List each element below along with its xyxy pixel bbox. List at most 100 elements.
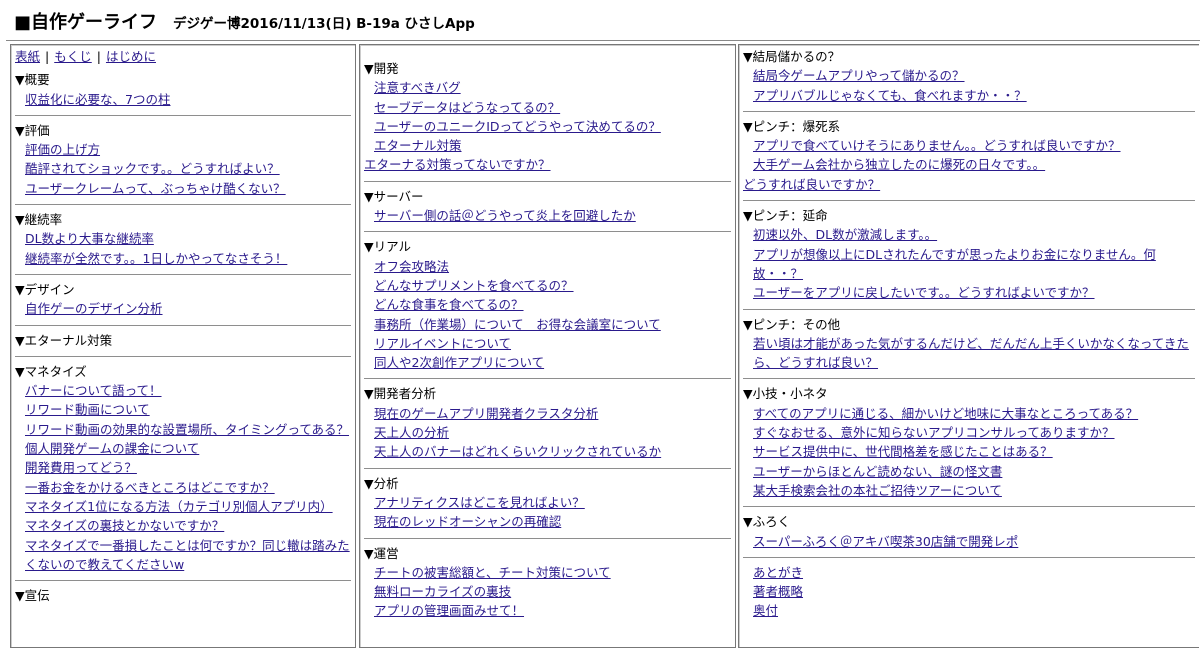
toc-item: マネタイズ1位になる方法（カテゴリ別個人アプリ内） xyxy=(25,497,351,516)
link-toc[interactable]: もくじ xyxy=(54,49,92,64)
toc-link[interactable]: セーブデータはどうなってるの？ xyxy=(374,100,560,115)
toc-column-2[interactable]: ▼開発 注意すべきバグ セーブデータはどうなってるの？ ユーザーのユニークIDってどう… xyxy=(359,44,736,648)
toc-link[interactable]: 天上人のバナーはどれくらいクリックされているか xyxy=(374,444,661,459)
toc-link[interactable]: 天上人の分析 xyxy=(374,425,449,440)
toc-link[interactable]: 若い頃は才能があった気がするんだけど、だんだん上手くいかなくなってきたら、どうす… xyxy=(753,336,1189,370)
toc-item: 若い頃は才能があった気がするんだけど、だんだん上手くいかなくなってきたら、どうす… xyxy=(753,334,1195,373)
section-divider xyxy=(743,200,1195,202)
toc-item: スーパーふろく＠アキバ喫茶30店舗で開発レポ xyxy=(753,532,1195,551)
section-divider xyxy=(364,378,731,380)
toc-link[interactable]: ユーザーからほとんど読めない、謎の怪文書 xyxy=(753,464,1002,479)
toc-link[interactable]: 事務所（作業場）について お得な会議室について xyxy=(374,317,661,332)
toc-item: 現在のレッドオーシャンの再確認 xyxy=(374,512,731,531)
section-divider xyxy=(743,556,1195,558)
section-title: ▼結局儲かるの？ xyxy=(743,49,841,64)
link-cover[interactable]: 表紙 xyxy=(15,49,40,64)
toc-link[interactable]: エターナル対策 xyxy=(374,138,462,153)
toc-link[interactable]: 奥付 xyxy=(753,603,778,618)
toc-link[interactable]: アプリで食べていけそうにありません。。どうすれば良いですか？ xyxy=(753,138,1121,153)
toc-link[interactable]: 個人開発ゲームの課金について xyxy=(25,441,199,456)
toc-link[interactable]: 開発費用ってどう？ xyxy=(25,460,137,475)
toc-link[interactable]: オフ会攻略法 xyxy=(374,259,449,274)
toc-link[interactable]: 初速以外、DL数が激減します。。 xyxy=(753,227,937,242)
toc-link[interactable]: 某大手検索会社の本社ご招待ツアーについて xyxy=(753,483,1002,498)
toc-link[interactable]: 現在のレッドオーシャンの再確認 xyxy=(374,514,561,529)
toc-link[interactable]: 自作ゲーのデザイン分析 xyxy=(25,301,163,316)
top-nav: 表紙 | もくじ | はじめに xyxy=(15,47,351,66)
section-divider xyxy=(15,324,351,326)
toc-link[interactable]: マネタイズ1位になる方法（カテゴリ別個人アプリ内） xyxy=(25,499,333,514)
toc-link[interactable]: リアルイベントについて xyxy=(374,336,511,351)
toc-link[interactable]: 評価の上げ方 xyxy=(25,142,100,157)
section-divider xyxy=(743,110,1195,112)
toc-item: どんなサプリメントを食べてるの？ xyxy=(374,276,731,295)
toc-link[interactable]: ユーザーをアプリに戻したいです。。どうすればよいですか？ xyxy=(753,285,1095,300)
toc-link[interactable]: すべてのアプリに通じる、細かいけど地味に大事なところってある？ xyxy=(753,406,1138,421)
toc-item: アプリバブルじゃなくても、食べれますか・・？ xyxy=(753,86,1195,105)
toc-item: 個人開発ゲームの課金について xyxy=(25,439,351,458)
section-divider xyxy=(364,231,731,233)
toc-item: アプリが想像以上にDLされたんですが思ったよりお金になりません。何故・・？ xyxy=(753,245,1195,284)
toc-link[interactable]: DL数より大事な継続率 xyxy=(25,231,154,246)
page-header: ■自作ゲーライフ デジゲー博2016/11/13(日) B-19a ひさしApp xyxy=(14,8,475,38)
toc-link[interactable]: 同人や2次創作アプリについて xyxy=(374,355,544,370)
toc-link[interactable]: どんな食事を食べてるの？ xyxy=(374,297,524,312)
toc-link[interactable]: リワード動画について xyxy=(25,402,150,417)
page-title: ■自作ゲーライフ xyxy=(14,12,158,33)
toc-item: 自作ゲーのデザイン分析 xyxy=(25,299,351,318)
section-title: ▼リアル xyxy=(364,239,411,255)
toc-link[interactable]: 著者概略 xyxy=(753,584,803,599)
toc-link[interactable]: アプリバブルじゃなくても、食べれますか・・？ xyxy=(753,88,1027,103)
section-divider xyxy=(15,580,351,582)
toc-item: すべてのアプリに通じる、細かいけど地味に大事なところってある？ xyxy=(753,404,1195,423)
toc-link[interactable]: チートの被害総額と、チート対策について xyxy=(374,565,611,580)
toc-link[interactable]: マネタイズで一番損したことは何ですか？同じ轍は踏みたくないので教えてくださいw xyxy=(25,538,350,572)
section-divider xyxy=(15,273,351,275)
toc-link[interactable]: マネタイズの裏技とかないですか？ xyxy=(25,518,224,533)
toc-link[interactable]: 注意すべきバグ xyxy=(374,80,461,95)
toc-link[interactable]: 結局今ゲームアプリやって儲かるの？ xyxy=(753,68,965,83)
toc-item: サーバー側の話＠どうやって炎上を回避したか xyxy=(374,206,731,225)
toc-link[interactable]: アプリが想像以上にDLされたんですが思ったよりお金になりません。何故・・？ xyxy=(753,247,1156,281)
toc-link[interactable]: 継続率が全然です。。1日しかやってなさそう！ xyxy=(25,251,287,266)
toc-link[interactable]: アナリティクスはどこを見ればよい？ xyxy=(374,495,585,510)
toc-link[interactable]: 一番お金をかけるべきところはどこですか？ xyxy=(25,480,275,495)
toc-link[interactable]: どうすれば良いですか？ xyxy=(743,177,880,192)
toc-link[interactable]: 収益化に必要な、7つの柱 xyxy=(25,92,170,107)
toc-link[interactable]: 現在のゲームアプリ開発者クラスタ分析 xyxy=(374,406,598,421)
toc-link[interactable]: すぐなおせる、意外に知らないアプリコンサルってありますか？ xyxy=(753,425,1115,440)
toc-link[interactable]: 酷評されてショックです。。どうすればよい？ xyxy=(25,161,280,176)
section-divider xyxy=(364,537,731,539)
toc-item: 大手ゲーム会社から独立したのに爆死の日々です。。 xyxy=(753,155,1195,174)
toc-item: 天上人のバナーはどれくらいクリックされているか xyxy=(374,442,731,461)
section-divider xyxy=(743,506,1195,508)
toc-link[interactable]: 大手ゲーム会社から独立したのに爆死の日々です。。 xyxy=(753,157,1045,172)
toc-link[interactable]: サーバー側の話＠どうやって炎上を回避したか xyxy=(374,208,636,223)
section-divider xyxy=(743,308,1195,310)
section-divider xyxy=(15,204,351,206)
toc-link[interactable]: エターナる対策ってないですか？ xyxy=(364,157,551,172)
section-title: ▼ふろく xyxy=(743,514,791,530)
toc-link[interactable]: あとがき xyxy=(753,565,803,580)
section-title: ▼概要 xyxy=(15,72,50,88)
toc-item: 某大手検索会社の本社ご招待ツアーについて xyxy=(753,481,1195,500)
section-title: ▼分析 xyxy=(364,475,399,491)
toc-link[interactable]: ユーザークレームって、ぶっちゃけ酷くない？ xyxy=(25,181,286,196)
toc-link[interactable]: ユーザーのユニークIDってどうやって決めてるの？ xyxy=(374,119,661,134)
toc-column-1[interactable]: 表紙 | もくじ | はじめに ▼概要 収益化に必要な、7つの柱 ▼評価 評価の上げ方 酷評され… xyxy=(10,44,356,648)
toc-link[interactable]: 無料ローカライズの裏技 xyxy=(374,584,511,599)
toc-link[interactable]: リワード動画の効果的な設置場所、タイミングってある？ xyxy=(25,422,349,437)
toc-link[interactable]: どんなサプリメントを食べてるの？ xyxy=(374,278,574,293)
toc-link[interactable]: アプリの管理画面みせて！ xyxy=(374,603,524,618)
section-title: ▼小技・小ネタ xyxy=(743,386,828,402)
toc-link[interactable]: スーパーふろく＠アキバ喫茶30店舗で開発レポ xyxy=(753,534,1018,549)
toc-item: ユーザーのユニークIDってどうやって決めてるの？ xyxy=(374,117,731,136)
toc-item: 奥付 xyxy=(753,601,1195,620)
toc-link[interactable]: バナーについて語って！ xyxy=(25,383,162,398)
toc-link[interactable]: サービス提供中に、世代間格差を感じたことはある？ xyxy=(753,444,1053,459)
link-intro[interactable]: はじめに xyxy=(106,49,156,64)
toc-item: 一番お金をかけるべきところはどこですか？ xyxy=(25,478,351,497)
toc-column-3[interactable]: ▼結局儲かるの？ 結局今ゲームアプリやって儲かるの？ アプリバブルじゃなくても、食べ… xyxy=(738,44,1199,648)
toc-item: エターナル対策 xyxy=(374,136,731,155)
nav-divider: | xyxy=(45,49,50,64)
